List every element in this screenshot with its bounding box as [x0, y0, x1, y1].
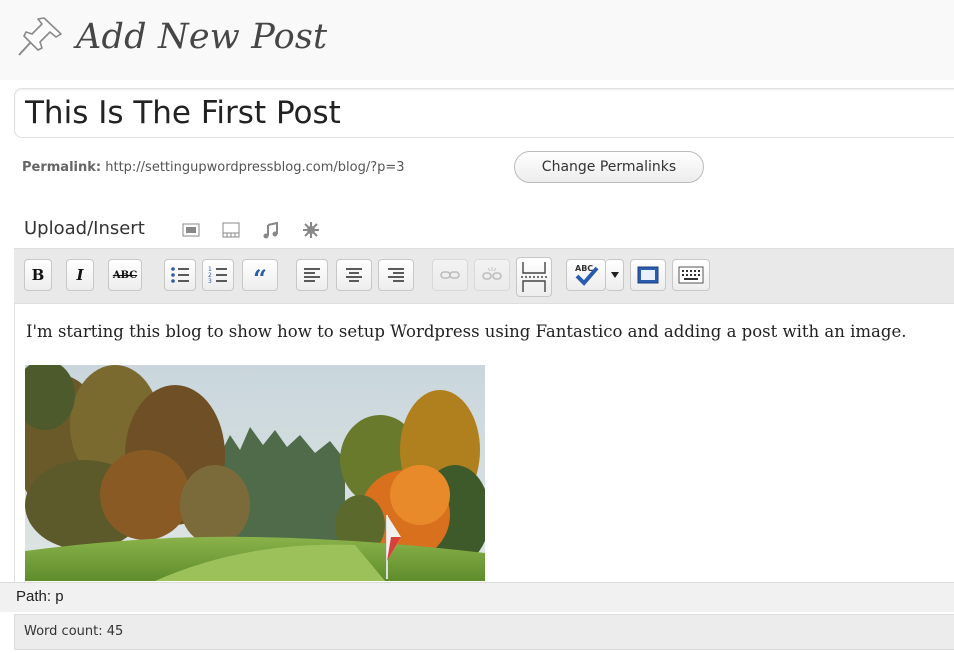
permalink-label: Permalink: [22, 160, 102, 175]
align-left-button[interactable] [296, 259, 328, 291]
ordered-list-button[interactable]: 123 [202, 259, 234, 291]
permalink-url[interactable]: http://settingupwordpressblog.com/blog/?… [105, 160, 404, 175]
bold-label: B [31, 266, 45, 284]
align-right-button[interactable] [378, 259, 414, 291]
post-title-input[interactable] [14, 88, 954, 138]
editor-toolbar: B I ABC 123 “ ABC [14, 248, 954, 304]
golf-course-image[interactable] [15, 360, 490, 581]
insert-link-button[interactable] [432, 259, 468, 291]
add-video-icon[interactable] [220, 218, 242, 242]
strikethrough-label: ABC [112, 269, 138, 281]
italic-label: I [76, 266, 84, 284]
pushpin-icon [14, 14, 66, 60]
blockquote-button[interactable]: “ [242, 259, 278, 291]
permalink-row: Permalink: http://settingupwordpressblog… [22, 152, 405, 184]
add-audio-icon[interactable] [260, 218, 282, 242]
spellcheck-dropdown[interactable] [606, 259, 624, 291]
fullscreen-button[interactable] [630, 259, 666, 291]
strikethrough-button[interactable]: ABC [108, 259, 142, 291]
page-title: Add New Post [76, 17, 328, 57]
bold-button[interactable]: B [24, 259, 52, 291]
path-bar: Path: p [0, 582, 954, 612]
align-center-button[interactable] [336, 259, 372, 291]
blockquote-label: “ [253, 264, 267, 293]
add-image-icon[interactable] [180, 218, 202, 242]
add-media-icon[interactable] [300, 218, 322, 242]
spellcheck-button[interactable]: ABC [566, 259, 606, 291]
insert-more-button[interactable] [516, 257, 552, 297]
page-header: Add New Post [0, 0, 954, 80]
word-count: Word count: 45 [14, 614, 954, 650]
unlink-button[interactable] [474, 259, 510, 291]
italic-button[interactable]: I [66, 259, 94, 291]
post-body-text[interactable]: I'm starting this blog to show how to se… [26, 318, 954, 346]
upload-insert-label: Upload/Insert [24, 218, 145, 239]
unordered-list-button[interactable] [164, 259, 196, 291]
svg-text:3: 3 [208, 278, 212, 284]
spellcheck-label: ABC [575, 264, 593, 273]
change-permalinks-button[interactable]: Change Permalinks [514, 151, 704, 183]
kitchen-sink-button[interactable] [672, 259, 710, 291]
